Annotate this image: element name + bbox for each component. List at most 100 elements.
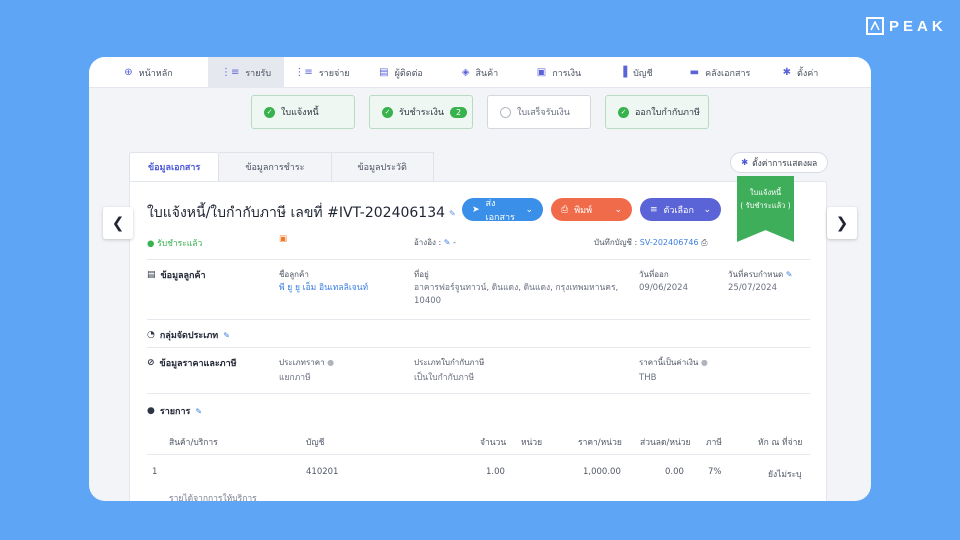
pricing-section: ⊘ ข้อมูลราคาและภาษี bbox=[147, 356, 237, 370]
nav-item-products[interactable]: ◈ สินค้า bbox=[442, 57, 518, 88]
nav-item-home[interactable]: ⊕ หน้าหลัก bbox=[89, 57, 208, 88]
edit-icon[interactable]: ✎ bbox=[195, 407, 202, 416]
nav-item-contacts[interactable]: ▤ ผู้ติดต่อ bbox=[360, 57, 442, 88]
row-vat: 7% bbox=[708, 467, 722, 477]
chevron-down-icon: ⌄ bbox=[525, 204, 533, 215]
due-date-label-wrap: วันที่ครบกำหนด ✎ bbox=[728, 268, 792, 281]
customer-name[interactable]: พี ยู ยู เอ็ม อินเทลลิเจนท์ bbox=[279, 282, 368, 295]
due-date: 25/07/2024 bbox=[728, 283, 777, 293]
tax-type-label: ประเภทใบกำกับภาษี bbox=[414, 358, 485, 367]
pricing-section-title: ข้อมูลราคาและภาษี bbox=[159, 359, 237, 369]
attachment-icon[interactable]: ▣ bbox=[279, 234, 287, 244]
reference: อ้างอิง : ✎ - bbox=[414, 236, 456, 249]
ribbon-line1: ใบแจ้งหนี้ bbox=[749, 188, 782, 197]
status-row: ● รับชำระแล้ว ▣ อ้างอิง : ✎ - บันทึกบัญช… bbox=[147, 228, 810, 260]
nav-item-documents[interactable]: ▬ คลังเอกสาร bbox=[672, 57, 768, 88]
tab-history[interactable]: ข้อมูลประวัติ bbox=[331, 152, 434, 181]
nav-label: รายรับ bbox=[245, 68, 272, 79]
row-account: 410201 bbox=[306, 467, 339, 477]
row-price: 1,000.00 bbox=[583, 467, 621, 477]
nav-item-income[interactable]: ⋮≡ รายรับ bbox=[208, 57, 284, 88]
address-line1: อาคารฟอร์จูนทาวน์, ดินแดง, ดินแดง, กรุงเ… bbox=[414, 283, 619, 293]
nav-item-settings[interactable]: ✱ ตั้งค่า bbox=[768, 57, 833, 88]
check-icon: ✓ bbox=[618, 106, 629, 118]
row-discount: 0.00 bbox=[665, 467, 684, 477]
list-icon: ⋮≡ bbox=[220, 67, 240, 78]
folder-icon: ▬ bbox=[689, 67, 700, 78]
chevron-right-icon: ❯ bbox=[835, 214, 849, 232]
gear-icon: ✱ bbox=[741, 157, 749, 168]
tax-type: เป็นใบกำกับภาษี bbox=[414, 373, 475, 383]
help-icon[interactable]: ● bbox=[701, 358, 708, 367]
col-product: สินค้า/บริการ bbox=[169, 438, 218, 448]
col-wht: หัก ณ ที่จ่าย bbox=[758, 438, 803, 448]
journal: บันทึกบัญชี : SV-202406746 ⎙ bbox=[594, 236, 708, 249]
tab-payment-info[interactable]: ข้อมูลการชำระ bbox=[219, 152, 332, 181]
contact-icon: ▤ bbox=[379, 67, 389, 78]
check-icon: ✓ bbox=[382, 106, 393, 118]
row-number: 1 bbox=[152, 467, 158, 477]
list-icon: ⋮≡ bbox=[294, 67, 313, 78]
options-button[interactable]: ≡ ตัวเลือก ⌄ bbox=[640, 198, 721, 221]
address-label: ที่อยู่ bbox=[414, 270, 429, 279]
edit-icon[interactable]: ✎ bbox=[444, 238, 451, 247]
step-label: ใบเสร็จรับเงิน bbox=[517, 108, 570, 118]
menu-icon: ≡ bbox=[650, 204, 658, 215]
step-label: ใบแจ้งหนี้ bbox=[281, 108, 319, 118]
journal-link[interactable]: SV-202406746 bbox=[640, 238, 699, 247]
currency-label: ราคานี้เป็นค่าเงิน bbox=[639, 358, 699, 367]
workflow-steps: ✓ ใบแจ้งหนี้ ✓ รับชำระเงิน 2 ใบเสร็จรับเงิน… bbox=[89, 95, 871, 129]
customer-section-title: ข้อมูลลูกค้า bbox=[160, 271, 206, 281]
items-section: ● รายการ ✎ bbox=[147, 404, 202, 418]
chevron-down-icon: ⌄ bbox=[614, 204, 622, 215]
col-qty: จำนวน bbox=[480, 438, 507, 448]
customer-row: ▤ ข้อมูลลูกค้า ชื่อลูกค้า พี ยู ยู เอ็ม อ… bbox=[147, 260, 810, 320]
box-icon: ◈ bbox=[461, 67, 470, 78]
col-account: บัญชี bbox=[306, 438, 325, 448]
step-tax-invoice[interactable]: ✓ ออกใบกำกับภาษี bbox=[605, 95, 709, 129]
prev-arrow-button[interactable]: ❮ bbox=[103, 207, 133, 239]
bullet-icon: ● bbox=[147, 406, 155, 416]
row-qty: 1.00 bbox=[486, 467, 505, 477]
row-description: รายได้จากการให้บริการ bbox=[169, 494, 257, 501]
edit-icon[interactable]: ✎ bbox=[449, 209, 456, 218]
contact-icon: ▤ bbox=[147, 270, 156, 280]
display-settings-button[interactable]: ✱ ตั้งค่าการแสดงผล bbox=[730, 152, 829, 173]
step-invoice[interactable]: ✓ ใบแจ้งหนี้ bbox=[251, 95, 355, 129]
next-arrow-button[interactable]: ❯ bbox=[827, 207, 857, 239]
items-header-row: สินค้า/บริการ บัญชี จำนวน หน่วย ราคา/หน่… bbox=[147, 428, 810, 455]
nav-item-accounts[interactable]: ▐ บัญชี bbox=[600, 57, 672, 88]
send-document-button[interactable]: ➤ ส่งเอกสาร ⌄ bbox=[462, 198, 543, 223]
nav-label: หน้าหลัก bbox=[138, 68, 173, 79]
chevron-down-icon: ⌄ bbox=[703, 204, 711, 215]
tab-document-info[interactable]: ข้อมูลเอกสาร bbox=[129, 152, 220, 181]
address-line2: 10400 bbox=[414, 296, 442, 306]
step-payment[interactable]: ✓ รับชำระเงิน 2 bbox=[369, 95, 473, 129]
nav-item-finance[interactable]: ▣ การเงิน bbox=[518, 57, 600, 88]
edit-icon[interactable]: ✎ bbox=[786, 270, 793, 279]
printer-icon[interactable]: ⎙ bbox=[701, 238, 707, 247]
send-label: ส่งเอกสาร bbox=[485, 198, 515, 223]
pricing-row: ⊘ ข้อมูลราคาและภาษี ประเภทราคา ● แยกภาษี … bbox=[147, 348, 810, 394]
nav-label: สินค้า bbox=[475, 68, 499, 79]
issue-date: 09/06/2024 bbox=[639, 283, 688, 293]
issue-date-label: วันที่ออก bbox=[639, 270, 669, 279]
print-button[interactable]: ⎙ พิมพ์ ⌄ bbox=[551, 198, 632, 221]
edit-icon[interactable]: ✎ bbox=[223, 331, 230, 340]
logo-text: PEAK bbox=[889, 17, 947, 35]
col-unit: หน่วย bbox=[521, 438, 543, 448]
send-icon: ➤ bbox=[472, 204, 480, 215]
nav-item-expense[interactable]: ⋮≡ รายจ่าย bbox=[284, 57, 360, 88]
status-paid: ● รับชำระแล้ว bbox=[147, 239, 203, 249]
help-icon[interactable]: ● bbox=[327, 358, 334, 367]
price-type-label: ประเภทราคา bbox=[279, 358, 325, 367]
check-icon: ✓ bbox=[264, 106, 275, 118]
classification-row: ◔ กลุ่มจัดประเภท ✎ bbox=[147, 320, 810, 348]
doc-tabs: ข้อมูลเอกสาร ข้อมูลการชำระ ข้อมูลประวัติ bbox=[129, 152, 434, 181]
chevron-left-icon: ❮ bbox=[111, 214, 125, 232]
reference-label: อ้างอิง : bbox=[414, 238, 442, 247]
step-receipt[interactable]: ใบเสร็จรับเงิน bbox=[487, 95, 591, 129]
payment-count-badge: 2 bbox=[450, 106, 468, 118]
gear-icon: ✱ bbox=[782, 67, 792, 78]
print-label: พิมพ์ bbox=[574, 205, 593, 216]
